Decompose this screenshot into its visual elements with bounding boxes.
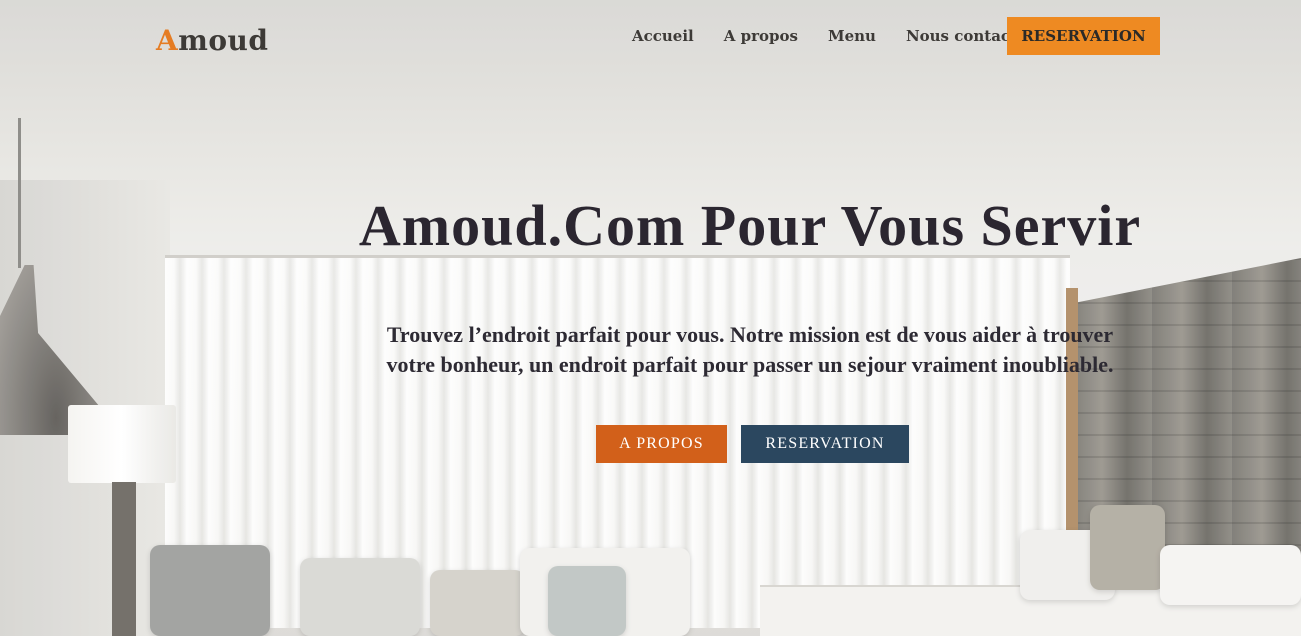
nav-item-menu[interactable]: Menu [828, 27, 876, 45]
brand-logo-initial: A [156, 24, 179, 57]
nav-item-a-propos[interactable]: A propos [724, 27, 798, 45]
hero-background-image [0, 0, 1301, 636]
image-overlay [0, 0, 1301, 636]
hero-description: Trouvez l’endroit parfait pour vous. Not… [310, 320, 1190, 380]
a-propos-button[interactable]: A PROPOS [596, 425, 727, 463]
brand-logo-rest: moud [178, 24, 269, 57]
hero-title: Amoud.Com Pour Vous Servir [358, 193, 1142, 258]
reservation-button[interactable]: RESERVATION [741, 425, 909, 463]
hero-description-line-2: votre bonheur, un endroit parfait pour p… [386, 352, 1114, 377]
main-nav: Accueil A propos Menu Nous contacter [632, 27, 1064, 45]
brand-logo[interactable]: Amoud [156, 24, 268, 57]
nav-item-accueil[interactable]: Accueil [632, 27, 694, 45]
hero-description-line-1: Trouvez l’endroit parfait pour vous. Not… [386, 322, 1114, 347]
nav-reservation-button[interactable]: RESERVATION [1007, 17, 1160, 55]
